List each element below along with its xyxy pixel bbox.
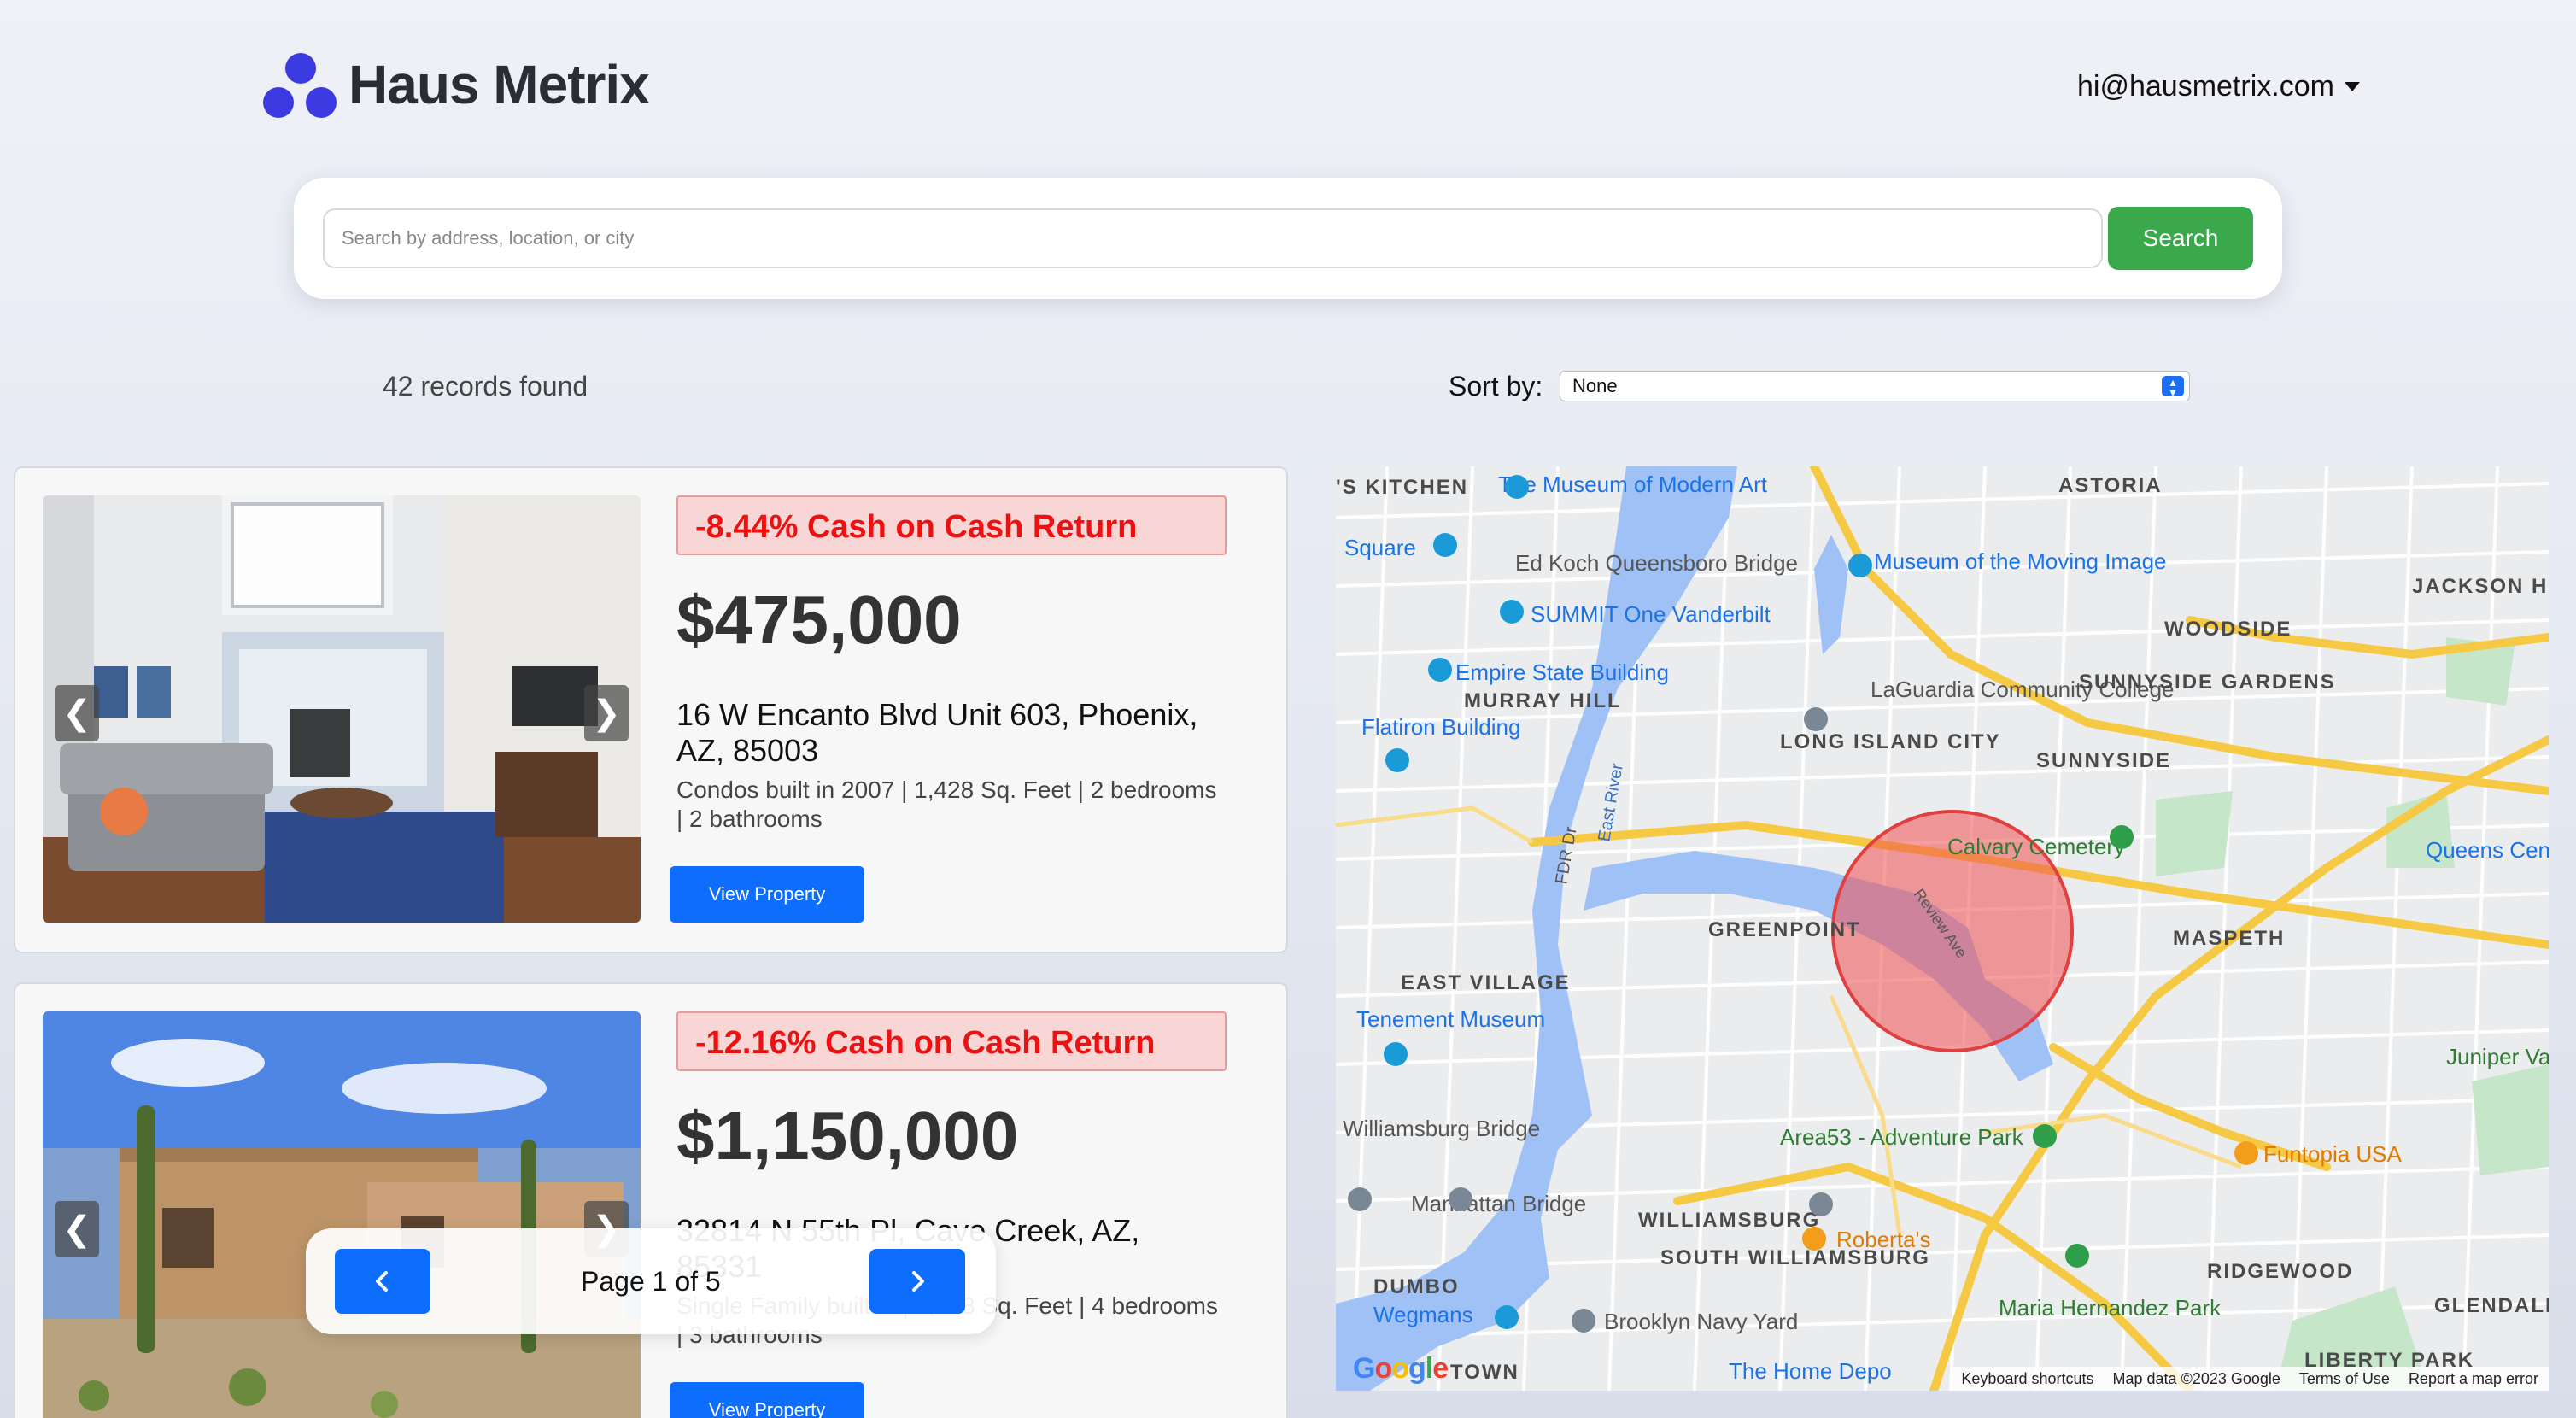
map-label: Juniper Valley Park <box>2446 1044 2549 1069</box>
listing-card: ❮ ❯ -8.44% Cash on Cash Return $475,000 … <box>14 466 1288 953</box>
map-label: SUNNYSIDE <box>2036 749 2171 772</box>
map-label: GREENPOINT <box>1708 918 1861 941</box>
logo-icon <box>261 48 338 121</box>
user-email: hi@hausmetrix.com <box>2077 70 2334 103</box>
view-property-button[interactable]: View Property <box>670 1382 864 1418</box>
map-label: Calvary Cemetery <box>1947 834 2125 859</box>
chevron-right-icon <box>912 1271 924 1292</box>
map-data-attribution: Map data ©2023 Google <box>2112 1369 2280 1387</box>
map-label: DUMBO <box>1373 1275 1460 1298</box>
map-label: Wegmans <box>1373 1302 1473 1327</box>
select-arrows-icon: ▴ ▾ <box>2162 376 2184 398</box>
records-count: 42 records found <box>383 371 588 401</box>
keyboard-shortcuts-link[interactable]: Keyboard shortcuts <box>1961 1370 2093 1388</box>
pagination: Page 1 of 5 <box>306 1228 996 1334</box>
map-label: WOODSIDE <box>2164 618 2292 641</box>
map-label: SUNNYSIDE GARDENS <box>2079 671 2336 694</box>
photo-prev-button[interactable]: ❮ <box>55 685 99 741</box>
map-view[interactable]: ASTORIA 'S KITCHEN Square The Museum of … <box>1336 466 2549 1391</box>
map-label: Empire State Building <box>1455 659 1669 685</box>
report-error-link[interactable]: Report a map error <box>2409 1370 2538 1388</box>
map-label: Maria Hernandez Park <box>1999 1295 2222 1321</box>
map-label: Williamsburg Bridge <box>1343 1116 1540 1141</box>
listing-address: 16 W Encanto Blvd Unit 603, Phoenix, AZ,… <box>676 697 1198 768</box>
listing-price: $1,150,000 <box>676 1098 1019 1174</box>
map-label: 'S KITCHEN <box>1336 476 1468 499</box>
map-label: WILLIAMSBURG <box>1638 1209 1820 1232</box>
map-label: The Home Depo <box>1729 1358 1892 1384</box>
user-menu[interactable]: hi@hausmetrix.com <box>2077 70 2360 103</box>
map-label: MASPETH <box>2173 927 2285 950</box>
cash-on-cash-badge: -8.44% Cash on Cash Return <box>676 495 1227 555</box>
map-label: JACKSON HEIGHTS <box>2412 575 2549 598</box>
map-label: Brooklyn Navy Yard <box>1604 1309 1798 1334</box>
google-logo: Google <box>1353 1352 1449 1385</box>
listing-price: $475,000 <box>676 582 962 658</box>
map-label: ASTORIA <box>2058 474 2163 497</box>
map-label: TOWN <box>1450 1361 1519 1384</box>
map-label: RIDGEWOOD <box>2207 1260 2353 1283</box>
map-label: Museum of the Moving Image <box>1874 548 2167 574</box>
page-indicator: Page 1 of 5 <box>581 1266 721 1297</box>
map-label: LONG ISLAND CITY <box>1780 730 2001 753</box>
property-photo: ❮ ❯ <box>43 1011 641 1418</box>
map-label: Funtopia USA <box>2263 1141 2403 1167</box>
sort-selected-value: None <box>1572 375 1618 396</box>
map-label: GLENDALE <box>2434 1294 2549 1317</box>
search-card: Search <box>294 178 2282 299</box>
map-label: MURRAY HILL <box>1464 689 1622 712</box>
terms-link[interactable]: Terms of Use <box>2299 1370 2390 1388</box>
sort-select[interactable]: None ▴ ▾ <box>1560 371 2190 401</box>
photo-prev-button[interactable]: ❮ <box>55 1201 99 1257</box>
brand-logo[interactable]: Haus Metrix <box>261 48 650 121</box>
map-label: Square <box>1344 535 1416 560</box>
listing-card: ❮ ❯ -12.16% Cash on Cash Return $1,150,0… <box>14 982 1288 1418</box>
brand-name: Haus Metrix <box>348 54 650 115</box>
map-label: Manhattan Bridge <box>1411 1191 1586 1216</box>
next-page-button[interactable] <box>869 1249 965 1314</box>
map-label: Tenement Museum <box>1356 1006 1545 1032</box>
map-label: SUMMIT One Vanderbilt <box>1531 601 1771 627</box>
caret-down-icon <box>2344 82 2360 91</box>
cash-on-cash-badge: -12.16% Cash on Cash Return <box>676 1011 1227 1071</box>
map-label: SOUTH WILLIAMSBURG <box>1660 1246 1930 1269</box>
prev-page-button[interactable] <box>335 1249 430 1314</box>
sort-label: Sort by: <box>1449 371 1543 401</box>
map-label: Area53 - Adventure Park <box>1780 1124 2024 1150</box>
chevron-left-icon <box>376 1271 388 1292</box>
photo-next-button[interactable]: ❯ <box>584 685 629 741</box>
map-label: EAST VILLAGE <box>1401 971 1571 994</box>
property-photo: ❮ ❯ <box>43 495 641 923</box>
search-button[interactable]: Search <box>2108 207 2253 270</box>
map-label: The Museum of Modern Art <box>1498 472 1768 497</box>
map-label: Flatiron Building <box>1361 714 1520 740</box>
view-property-button[interactable]: View Property <box>670 866 864 923</box>
map-label: Queens Cen <box>2426 837 2549 863</box>
map-label: Ed Koch Queensboro Bridge <box>1515 550 1798 576</box>
search-input[interactable] <box>323 208 2103 268</box>
listing-details: Condos built in 2007 | 1,428 Sq. Feet | … <box>676 776 1217 832</box>
map-footer: Keyboard shortcuts Map data ©2023 Google… <box>1951 1367 2549 1391</box>
